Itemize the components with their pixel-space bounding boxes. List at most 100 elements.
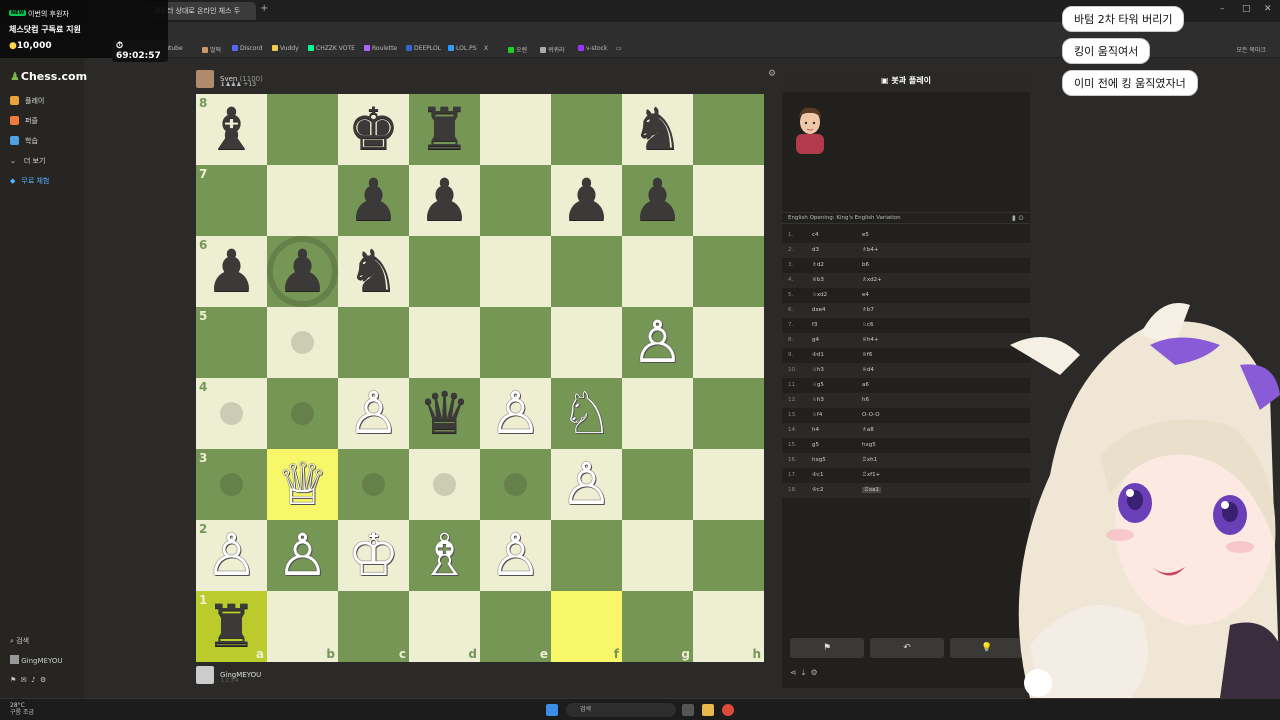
- square-d6[interactable]: [409, 236, 480, 307]
- black-move[interactable]: ♕f6: [862, 352, 872, 358]
- square-d1[interactable]: d: [409, 591, 480, 662]
- square-a5[interactable]: 5: [196, 307, 267, 378]
- square-e2[interactable]: ♙: [480, 520, 551, 591]
- black-move[interactable]: ♘c6: [862, 322, 873, 328]
- takeback-button[interactable]: ↶: [870, 638, 944, 658]
- black-move[interactable]: hxg5: [862, 442, 876, 448]
- white-piece[interactable]: ♙: [338, 378, 409, 449]
- white-piece[interactable]: ♙: [196, 520, 267, 591]
- black-piece[interactable]: ♛: [409, 378, 480, 449]
- square-h7[interactable]: [693, 165, 764, 236]
- white-move[interactable]: ♘f4: [812, 412, 822, 418]
- bookmark-item[interactable]: Vuddy: [272, 45, 299, 52]
- black-piece[interactable]: ♜: [196, 591, 267, 662]
- white-move[interactable]: d3: [812, 247, 819, 253]
- square-f7[interactable]: ♟: [551, 165, 622, 236]
- white-move[interactable]: ♗d2: [812, 262, 824, 268]
- square-c7[interactable]: ♟: [338, 165, 409, 236]
- white-move[interactable]: ♕b3: [812, 277, 824, 283]
- square-c2[interactable]: ♔: [338, 520, 409, 591]
- black-piece[interactable]: ♟: [338, 165, 409, 236]
- black-move[interactable]: b6: [862, 262, 869, 268]
- square-b5[interactable]: [267, 307, 338, 378]
- task-view-icon[interactable]: [682, 704, 694, 716]
- gear-icon[interactable]: ⚙: [810, 668, 817, 677]
- move-hint-dot[interactable]: [291, 402, 314, 425]
- square-b2[interactable]: ♙: [267, 520, 338, 591]
- square-e1[interactable]: e: [480, 591, 551, 662]
- square-g8[interactable]: ♞: [622, 94, 693, 165]
- new-tab-icon[interactable]: +: [260, 3, 268, 14]
- square-h6[interactable]: [693, 236, 764, 307]
- bookmark-item[interactable]: 오렌: [508, 45, 527, 54]
- move-hint-dot[interactable]: [220, 473, 243, 496]
- black-piece[interactable]: ♝: [196, 94, 267, 165]
- white-move[interactable]: ♘xd2: [812, 292, 827, 298]
- white-piece[interactable]: ♙: [480, 520, 551, 591]
- black-move[interactable]: O-O-O: [862, 412, 880, 418]
- bookmark-item[interactable]: LOL.PS: [448, 45, 477, 52]
- black-move[interactable]: ♖xa1: [862, 487, 882, 493]
- board-settings-gear-icon[interactable]: ⚙: [768, 69, 776, 79]
- all-bookmarks[interactable]: 모든 북마크: [1236, 45, 1266, 54]
- square-g5[interactable]: ♙: [622, 307, 693, 378]
- square-b7[interactable]: [267, 165, 338, 236]
- white-move[interactable]: ♘h3: [812, 397, 824, 403]
- square-a3[interactable]: 3: [196, 449, 267, 520]
- settings-gear-icon[interactable]: ⚙: [40, 676, 46, 684]
- black-piece[interactable]: ♟: [622, 165, 693, 236]
- chrome-icon[interactable]: [722, 704, 734, 716]
- square-g4[interactable]: [622, 378, 693, 449]
- white-move[interactable]: g5: [812, 442, 819, 448]
- black-move[interactable]: ♖xh1: [862, 457, 877, 463]
- square-b4[interactable]: [267, 378, 338, 449]
- square-b8[interactable]: [267, 94, 338, 165]
- square-h8[interactable]: [693, 94, 764, 165]
- black-move[interactable]: ♕d4: [862, 367, 874, 373]
- square-c8[interactable]: ♚: [338, 94, 409, 165]
- white-move[interactable]: f3: [812, 322, 817, 328]
- square-e6[interactable]: [480, 236, 551, 307]
- square-c5[interactable]: [338, 307, 409, 378]
- move-hint-dot[interactable]: [433, 473, 456, 496]
- minimize-icon[interactable]: –: [1220, 4, 1225, 14]
- square-b6[interactable]: ♟: [267, 236, 338, 307]
- square-h1[interactable]: h: [693, 591, 764, 662]
- square-f4[interactable]: ♘: [551, 378, 622, 449]
- black-move[interactable]: h6: [862, 397, 869, 403]
- white-move[interactable]: g4: [812, 337, 819, 343]
- bookmark-item[interactable]: Discord: [232, 45, 263, 52]
- square-f1[interactable]: f: [551, 591, 622, 662]
- sidebar-item-free-trial[interactable]: ◆ 무료 체험: [10, 176, 49, 186]
- white-move[interactable]: hxg5: [812, 457, 826, 463]
- sidebar-item-learn[interactable]: 학습: [10, 136, 38, 146]
- white-move[interactable]: dxe4: [812, 307, 825, 313]
- file-explorer-icon[interactable]: [702, 704, 714, 716]
- white-piece[interactable]: ♙: [622, 307, 693, 378]
- white-piece[interactable]: ♔: [338, 520, 409, 591]
- square-g6[interactable]: [622, 236, 693, 307]
- white-move[interactable]: ♔c2: [812, 487, 823, 493]
- white-piece[interactable]: ♘: [551, 378, 622, 449]
- white-move[interactable]: ♔c1: [812, 472, 823, 478]
- resign-flag-button[interactable]: ⚑: [790, 638, 864, 658]
- bookmark-item[interactable]: CHZZK VOTE: [308, 45, 355, 52]
- black-piece[interactable]: ♚: [338, 94, 409, 165]
- book-icon[interactable]: ▮: [1012, 214, 1016, 222]
- black-move[interactable]: ♖xf1+: [862, 472, 880, 478]
- maximize-icon[interactable]: □: [1242, 4, 1251, 14]
- square-h3[interactable]: [693, 449, 764, 520]
- square-d3[interactable]: [409, 449, 480, 520]
- black-piece[interactable]: ♞: [622, 94, 693, 165]
- bookmark-item[interactable]: X: [484, 45, 488, 52]
- chesscom-logo[interactable]: ♟Chess.com: [10, 70, 87, 83]
- move-hint-dot[interactable]: [291, 331, 314, 354]
- square-c3[interactable]: [338, 449, 409, 520]
- settings-icon[interactable]: ⊙: [1018, 214, 1024, 222]
- black-piece[interactable]: ♟: [196, 236, 267, 307]
- white-move[interactable]: ♔d1: [812, 352, 824, 358]
- white-move[interactable]: h4: [812, 427, 819, 433]
- black-move[interactable]: e4: [862, 292, 869, 298]
- sidebar-user[interactable]: GingMEYOU: [10, 655, 62, 665]
- square-d8[interactable]: ♜: [409, 94, 480, 165]
